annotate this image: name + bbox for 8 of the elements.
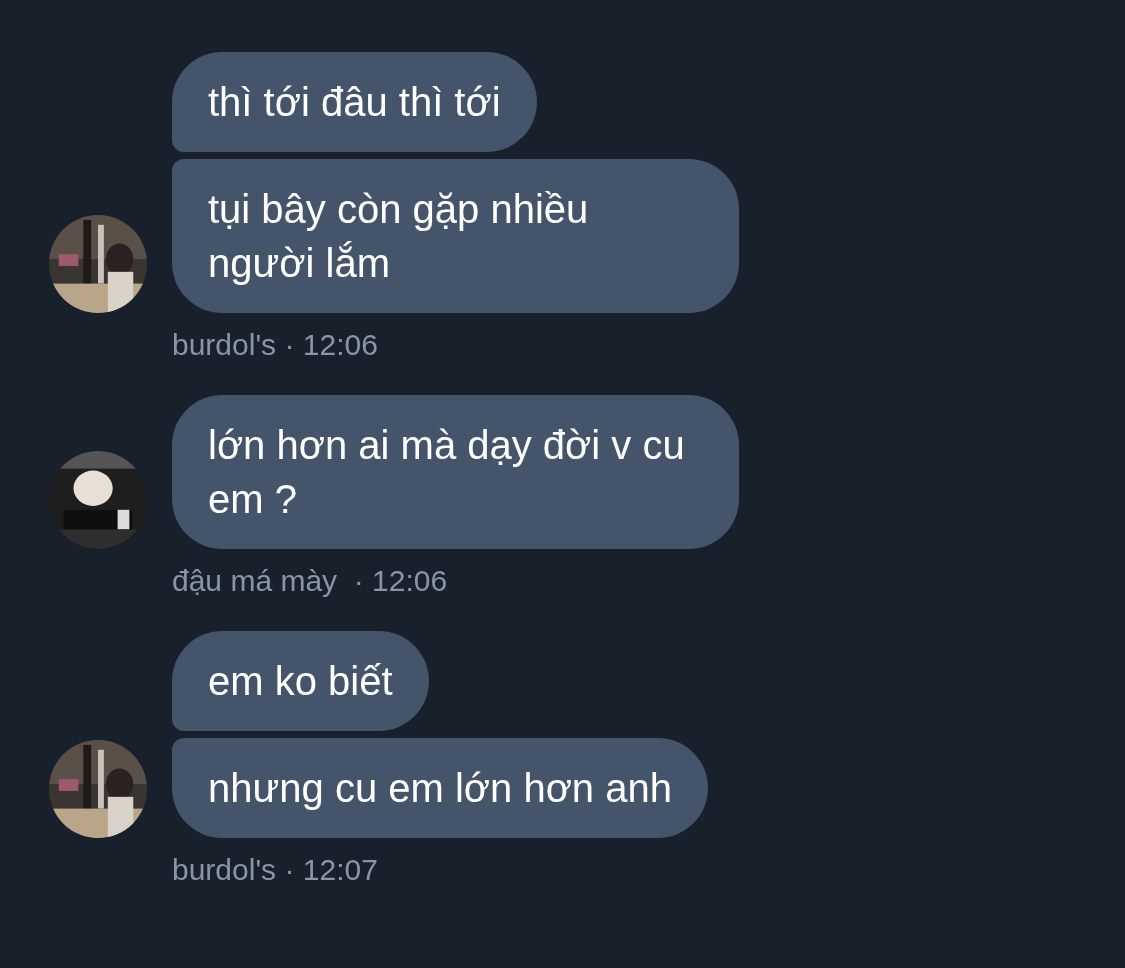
message-bubble: em ko biết — [172, 631, 429, 731]
message-meta: burdol's · 12:07 — [172, 852, 378, 888]
message-meta: burdol's · 12:06 — [172, 327, 378, 363]
message-bubble: nhưng cu em lớn hơn anh — [172, 738, 708, 838]
message-bubble: thì tới đâu thì tới — [172, 52, 537, 152]
message-bubble: tụi bây còn gặp nhiều người lắm — [172, 159, 739, 313]
message-meta: đậu má mày · 12:06 — [172, 563, 448, 599]
message-bubble: lớn hơn ai mà dạy đời v cu em ? — [172, 395, 739, 549]
